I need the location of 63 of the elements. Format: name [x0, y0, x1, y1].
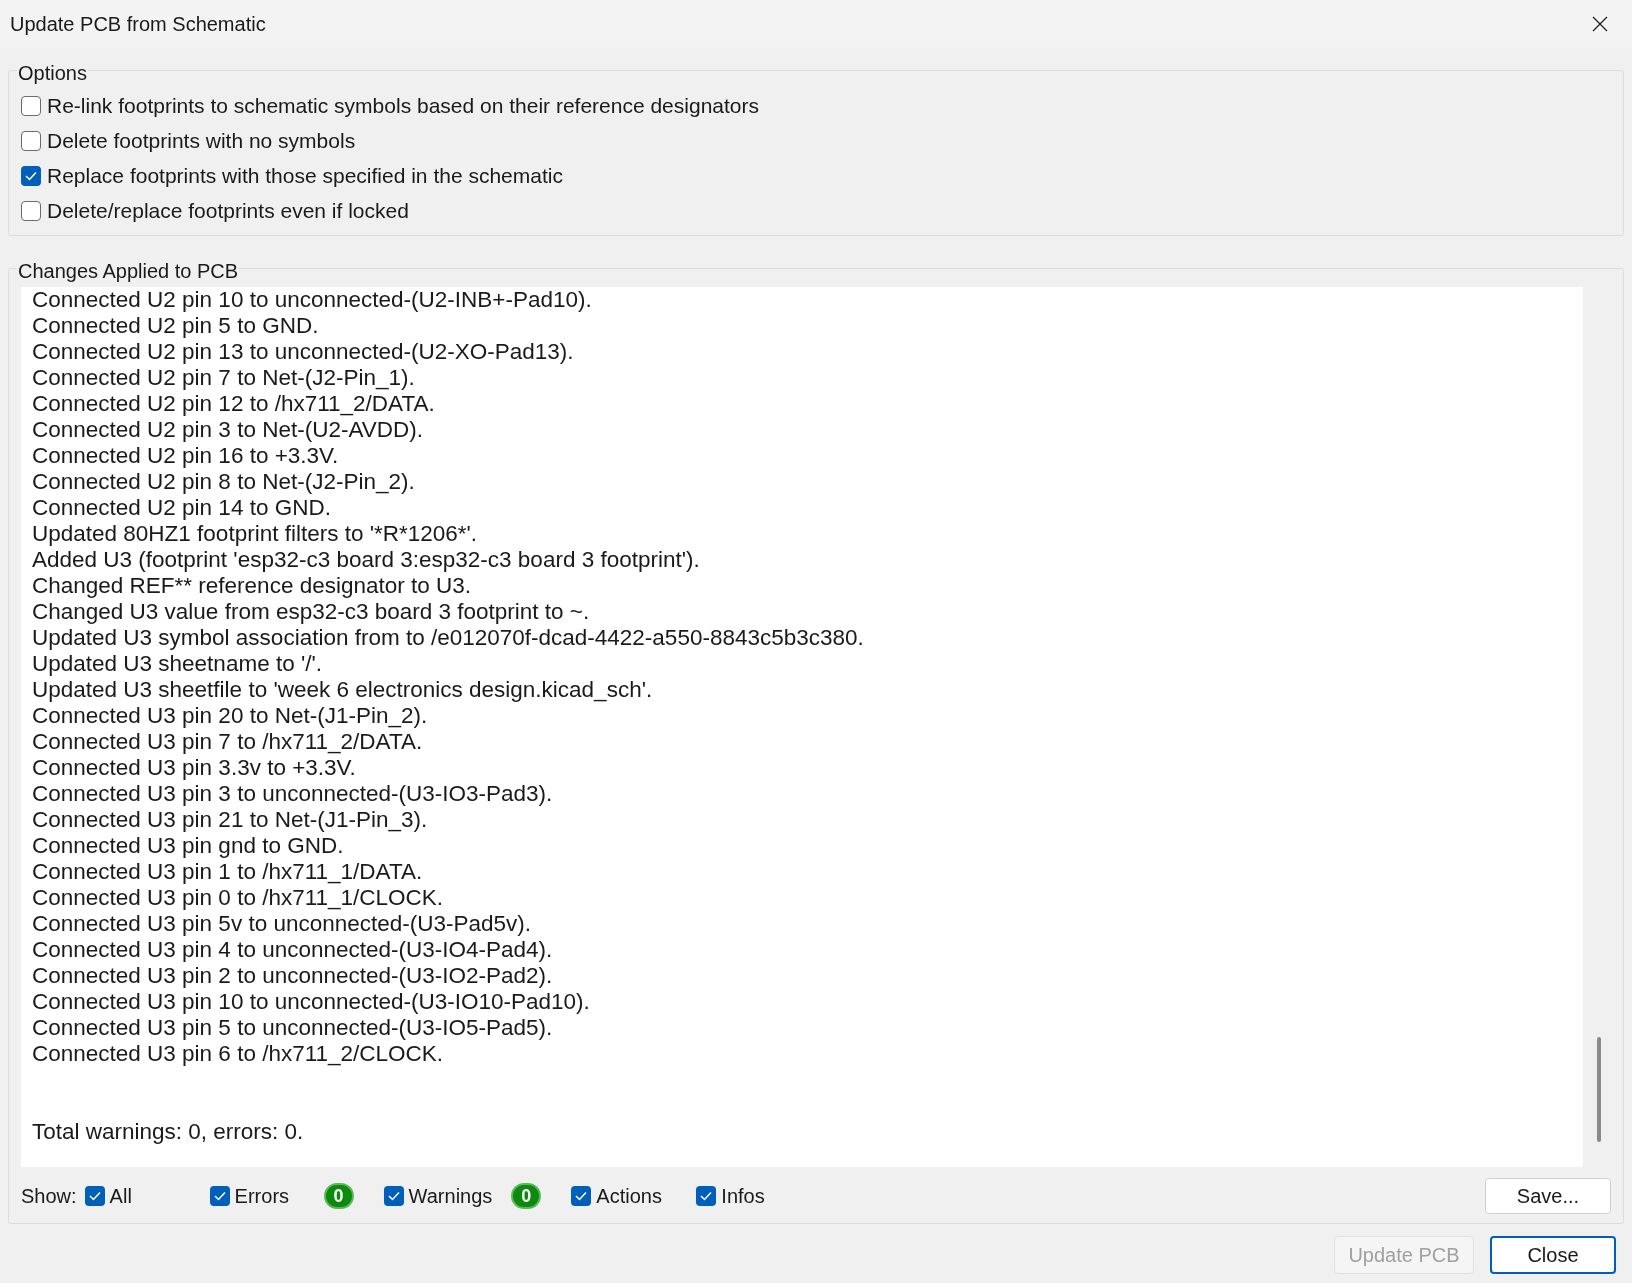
log-line: Updated U3 sheetfile to 'week 6 electronics design.kicad_sch'. — [32, 677, 654, 703]
log-line: Connected U3 pin 7 to /hx711_2/DATA. — [32, 729, 424, 755]
check-icon — [387, 1191, 400, 1201]
option-label: Re-link footprints to schematic symbols based on their reference designators — [47, 92, 759, 119]
log-summary: Total warnings: 0, errors: 0. — [32, 1119, 305, 1145]
log-line: Connected U3 pin 4 to unconnected-(U3-IO4-Pad4). — [32, 937, 554, 963]
log-line: Added U3 (footprint 'esp32-c3 board 3:esp32-c3 board 3 footprint'). — [32, 547, 701, 573]
close-icon[interactable] — [1592, 16, 1608, 32]
save-button[interactable]: Save... — [1485, 1178, 1611, 1214]
log-line: Changed U3 value from esp32-c3 board 3 footprint to ~. — [32, 599, 591, 625]
checkbox[interactable] — [21, 95, 41, 116]
log-line: Changed REF** reference designator to U3. — [32, 573, 472, 599]
log-line: Connected U3 pin 1 to /hx711_1/DATA. — [32, 859, 424, 885]
option-label: Delete footprints with no symbols — [47, 127, 356, 154]
log-line: Connected U2 pin 12 to /hx711_2/DATA. — [32, 391, 436, 417]
check-icon — [700, 1191, 713, 1201]
filter-label: Infos — [721, 1184, 766, 1209]
filter-label: Errors — [234, 1184, 291, 1209]
checkbox[interactable] — [21, 200, 41, 221]
checkbox[interactable] — [209, 1186, 230, 1206]
filter-label: All — [109, 1184, 133, 1209]
log-line: Connected U3 pin 2 to unconnected-(U3-IO2-Pad2). — [32, 963, 554, 989]
log-line: Connected U3 pin 6 to /hx711_2/CLOCK. — [32, 1041, 445, 1067]
check-icon — [575, 1191, 588, 1201]
log-line: Updated U3 sheetname to '/'. — [32, 651, 324, 677]
option-label: Delete/replace footprints even if locked — [47, 197, 409, 224]
window-title: Update PCB from Schematic — [10, 12, 266, 37]
log-line: Updated 80HZ1 footprint filters to '*R*1206*'. — [32, 521, 479, 547]
log-line: Connected U3 pin 10 to unconnected-(U3-IO10-Pad10). — [32, 989, 591, 1015]
log-line: Connected U2 pin 7 to Net-(J2-Pin_1). — [32, 365, 416, 391]
dialog-button[interactable]: Close — [1490, 1236, 1616, 1274]
check-icon — [213, 1191, 226, 1201]
check-icon — [88, 1191, 101, 1201]
scrollbar-thumb[interactable] — [1597, 1037, 1601, 1142]
checkbox[interactable] — [21, 130, 41, 151]
log-line: Connected U3 pin 5v to unconnected-(U3-Pad5v). — [32, 911, 533, 937]
log-line: Updated U3 symbol association from to /e012070f-dcad-4422-a550-8843c5b3c380. — [32, 625, 865, 651]
option-label: Replace footprints with those specified in the schematic — [47, 162, 563, 189]
checkbox[interactable] — [84, 1186, 105, 1206]
count-badge: 0 — [511, 1183, 542, 1209]
count-badge: 0 — [323, 1183, 354, 1209]
log-line: Connected U2 pin 16 to +3.3V. — [32, 443, 340, 469]
log-line: Connected U2 pin 14 to GND. — [32, 495, 332, 521]
checkbox[interactable] — [696, 1186, 717, 1206]
filter-label: Warnings — [408, 1184, 493, 1209]
show-label: Show: — [21, 1184, 77, 1209]
log-line: Connected U2 pin 10 to unconnected-(U2-INB+-Pad10). — [32, 287, 593, 313]
checkbox[interactable] — [571, 1186, 592, 1206]
log-line: Connected U2 pin 8 to Net-(J2-Pin_2). — [32, 469, 416, 495]
log-line: Connected U2 pin 13 to unconnected-(U2-XO-Pad13). — [32, 339, 575, 365]
checkbox[interactable] — [21, 165, 41, 186]
log-line: Connected U3 pin 0 to /hx711_1/CLOCK. — [32, 885, 445, 911]
log-line: Connected U3 pin 21 to Net-(J1-Pin_3). — [32, 807, 429, 833]
log-line: Connected U3 pin gnd to GND. — [32, 833, 345, 859]
log-line: Connected U3 pin 20 to Net-(J1-Pin_2). — [32, 703, 429, 729]
log-line: Connected U3 pin 3 to unconnected-(U3-IO3-Pad3). — [32, 781, 554, 807]
check-icon — [25, 170, 37, 181]
log-line: Connected U2 pin 5 to GND. — [32, 313, 320, 339]
log-line: Connected U2 pin 3 to Net-(U2-AVDD). — [32, 417, 424, 443]
filter-label: Actions — [596, 1184, 663, 1209]
log-line: Connected U3 pin 3.3v to +3.3V. — [32, 755, 357, 781]
log-line: Connected U3 pin 5 to unconnected-(U3-IO5-Pad5). — [32, 1015, 554, 1041]
checkbox[interactable] — [383, 1186, 404, 1206]
